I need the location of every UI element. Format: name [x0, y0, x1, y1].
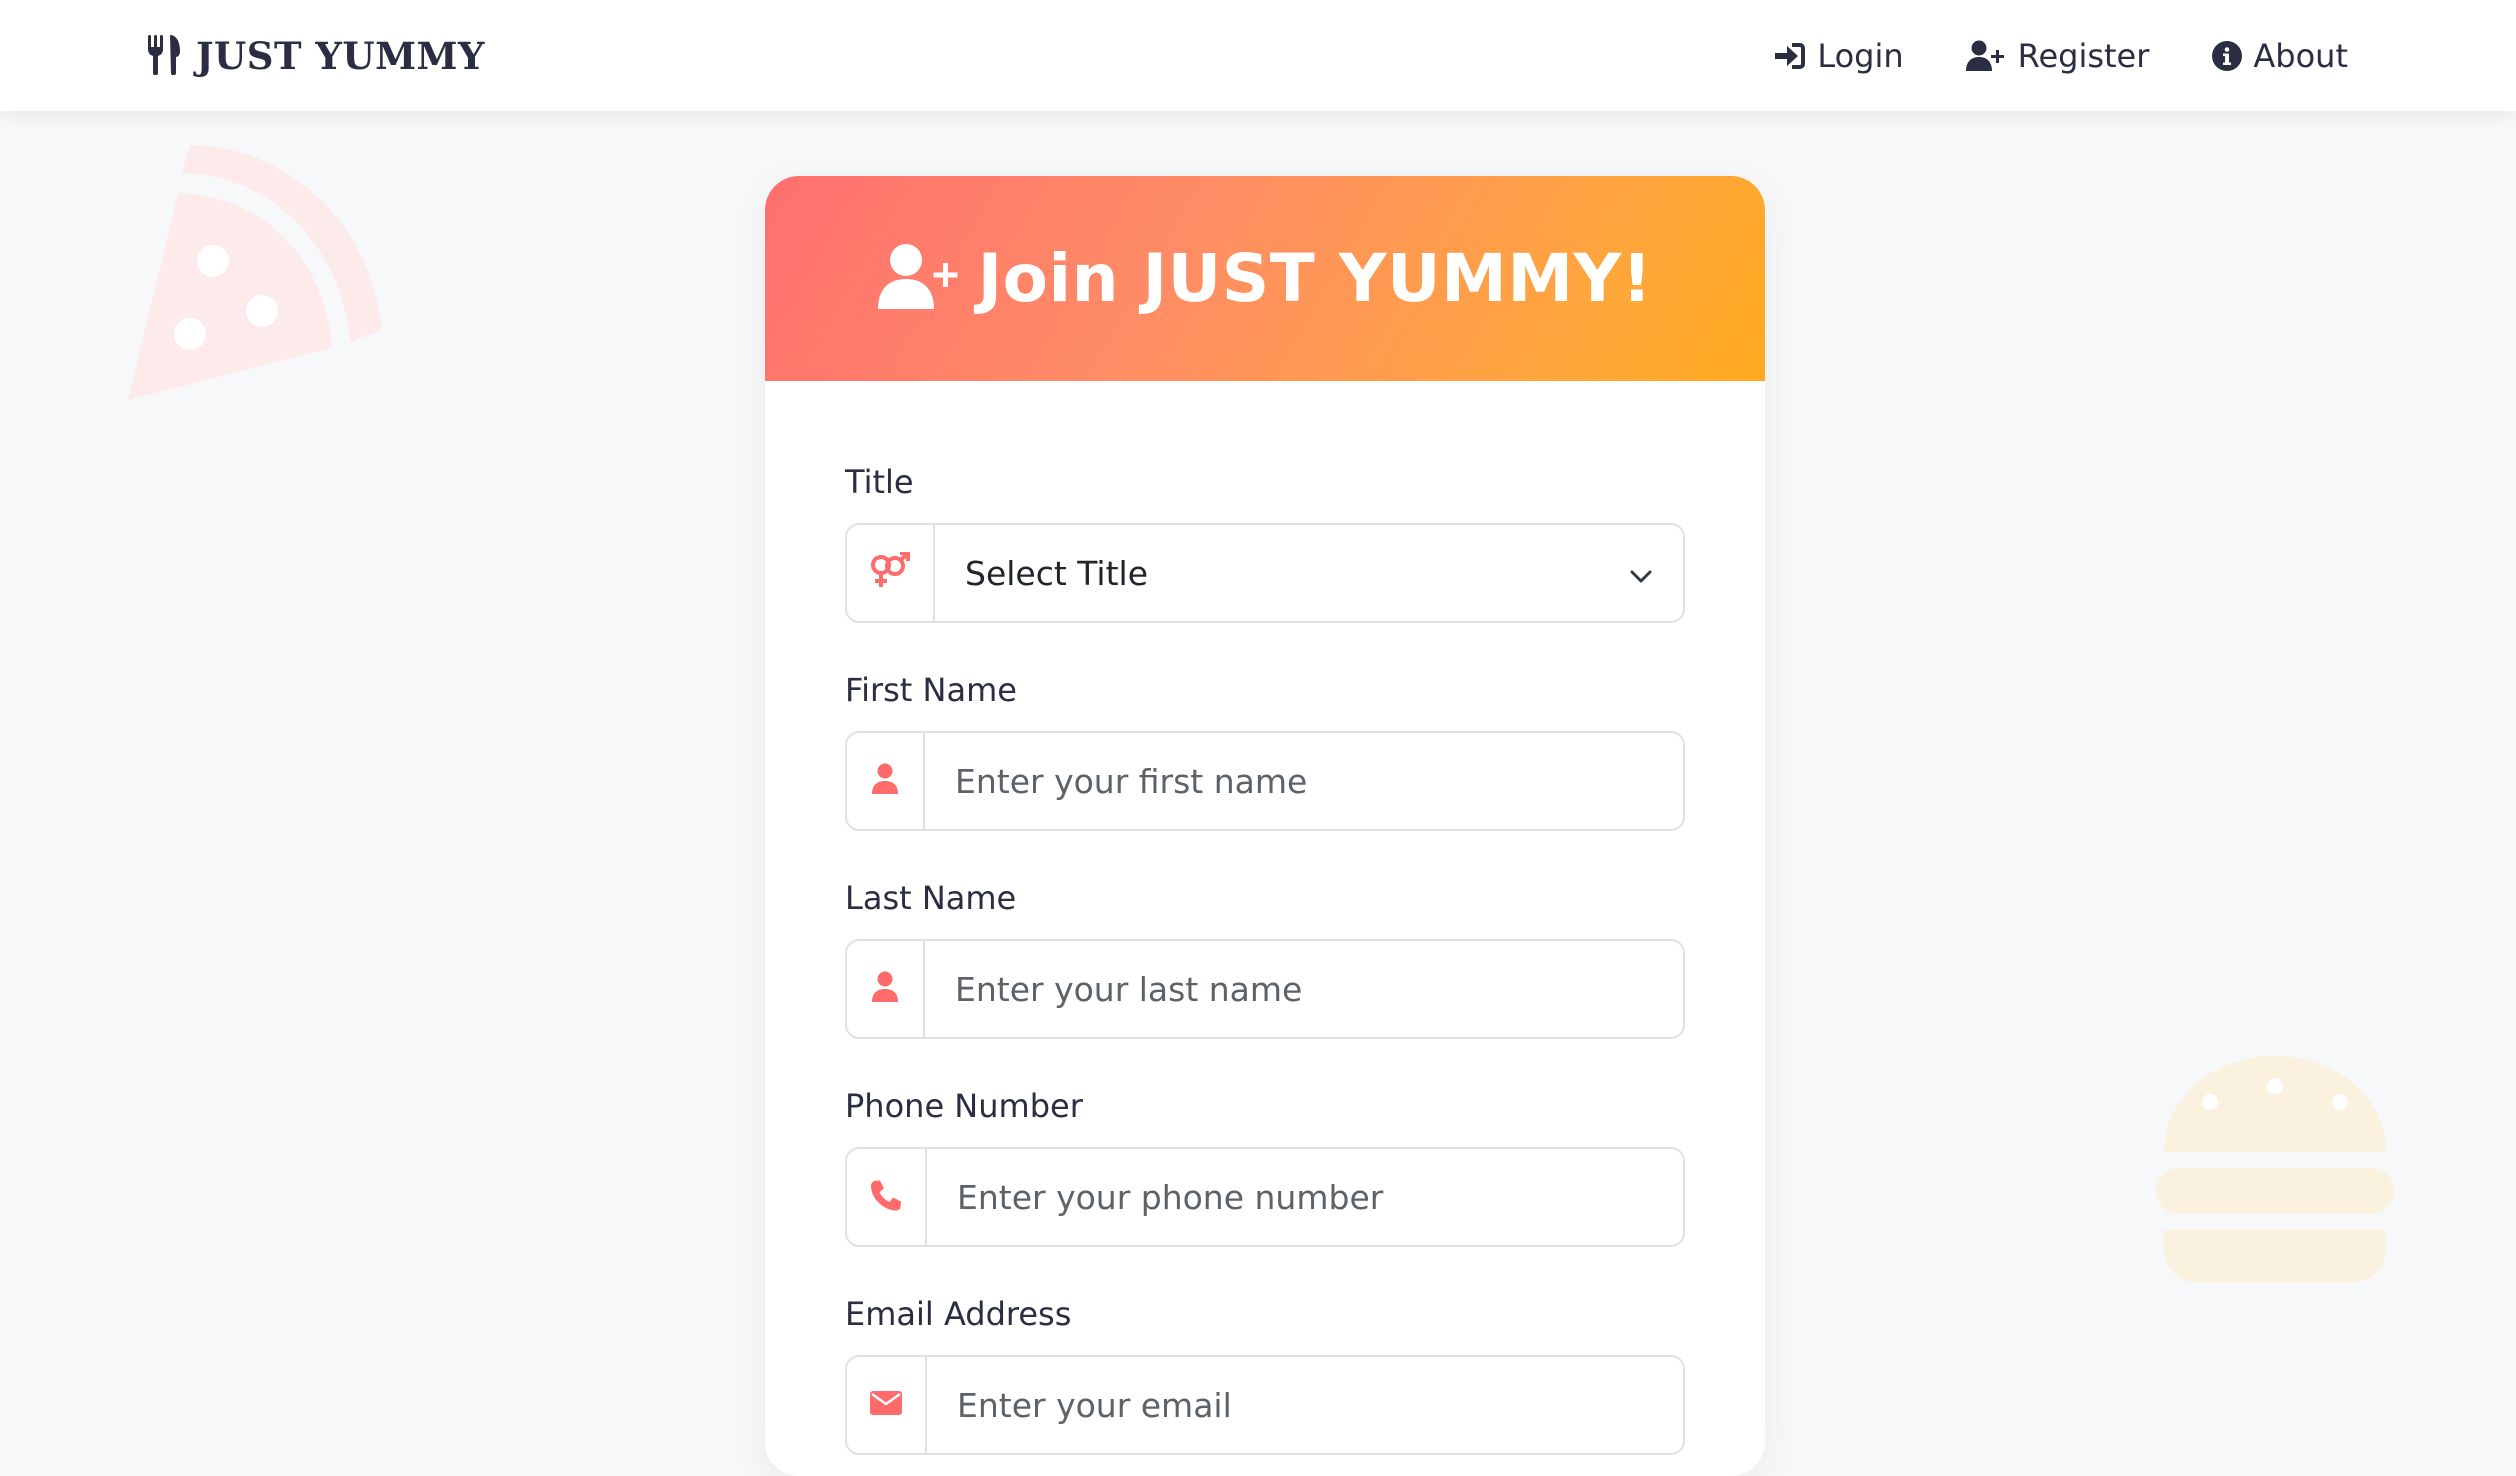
title-select[interactable]: Select Title	[935, 525, 1683, 621]
venus-mars-icon	[869, 551, 911, 594]
last-name-icon-addon	[847, 941, 925, 1037]
nav-about-link[interactable]: About	[2211, 37, 2348, 75]
nav-about-label: About	[2253, 37, 2348, 75]
nav-login-link[interactable]: Login	[1773, 37, 1904, 75]
user-icon	[871, 763, 899, 799]
brand-name: JUST YUMMY	[196, 34, 485, 78]
card-heading: Join JUST YUMMY!	[977, 240, 1653, 317]
chevron-down-icon	[1629, 554, 1653, 593]
nav-login-label: Login	[1817, 37, 1904, 75]
registration-form: Title Select Title First Name Enter your…	[765, 381, 1765, 1455]
last-name-form-group: Last Name	[845, 879, 1685, 1039]
last-name-input-group	[845, 939, 1685, 1039]
phone-icon-addon	[847, 1149, 927, 1245]
brand-logo-link[interactable]: JUST YUMMY	[146, 30, 485, 82]
user-plus-icon	[877, 243, 962, 315]
first-name-form-group: First Name	[845, 671, 1685, 831]
title-icon-addon	[847, 525, 935, 621]
phone-label: Phone Number	[845, 1087, 1083, 1125]
title-select-value: Select Title	[965, 553, 1149, 593]
info-circle-icon	[2211, 40, 2243, 72]
last-name-input[interactable]	[925, 941, 1683, 1037]
envelope-icon	[869, 1390, 903, 1420]
title-label: Title	[845, 463, 914, 501]
first-name-input[interactable]	[925, 733, 1683, 829]
utensils-icon	[146, 33, 182, 79]
sign-in-icon	[1773, 41, 1807, 71]
navbar: JUST YUMMY Login Register About	[0, 0, 2516, 111]
title-input-group: Select Title	[845, 523, 1685, 623]
user-icon	[871, 971, 899, 1007]
burger-decoration	[2150, 1052, 2400, 1296]
phone-icon	[870, 1179, 902, 1215]
card-header: Join JUST YUMMY!	[765, 176, 1765, 381]
first-name-input-group	[845, 731, 1685, 831]
title-form-group: Title Select Title	[845, 463, 1685, 623]
email-label: Email Address	[845, 1295, 1072, 1333]
nav-register-label: Register	[2017, 37, 2150, 75]
email-input-group	[845, 1355, 1685, 1455]
user-plus-icon	[1965, 40, 2008, 72]
first-name-label: First Name	[845, 671, 1017, 709]
nav-links: Login Register About	[1773, 30, 2348, 82]
pizza-slice-decoration	[120, 135, 400, 409]
phone-input[interactable]	[927, 1149, 1683, 1245]
phone-form-group: Phone Number	[845, 1087, 1685, 1247]
nav-register-link[interactable]: Register	[1965, 37, 2150, 75]
last-name-label: Last Name	[845, 879, 1017, 917]
phone-input-group	[845, 1147, 1685, 1247]
first-name-icon-addon	[847, 733, 925, 829]
email-form-group: Email Address	[845, 1295, 1685, 1455]
registration-card: Join JUST YUMMY! Title Select Title Firs…	[765, 176, 1765, 1476]
